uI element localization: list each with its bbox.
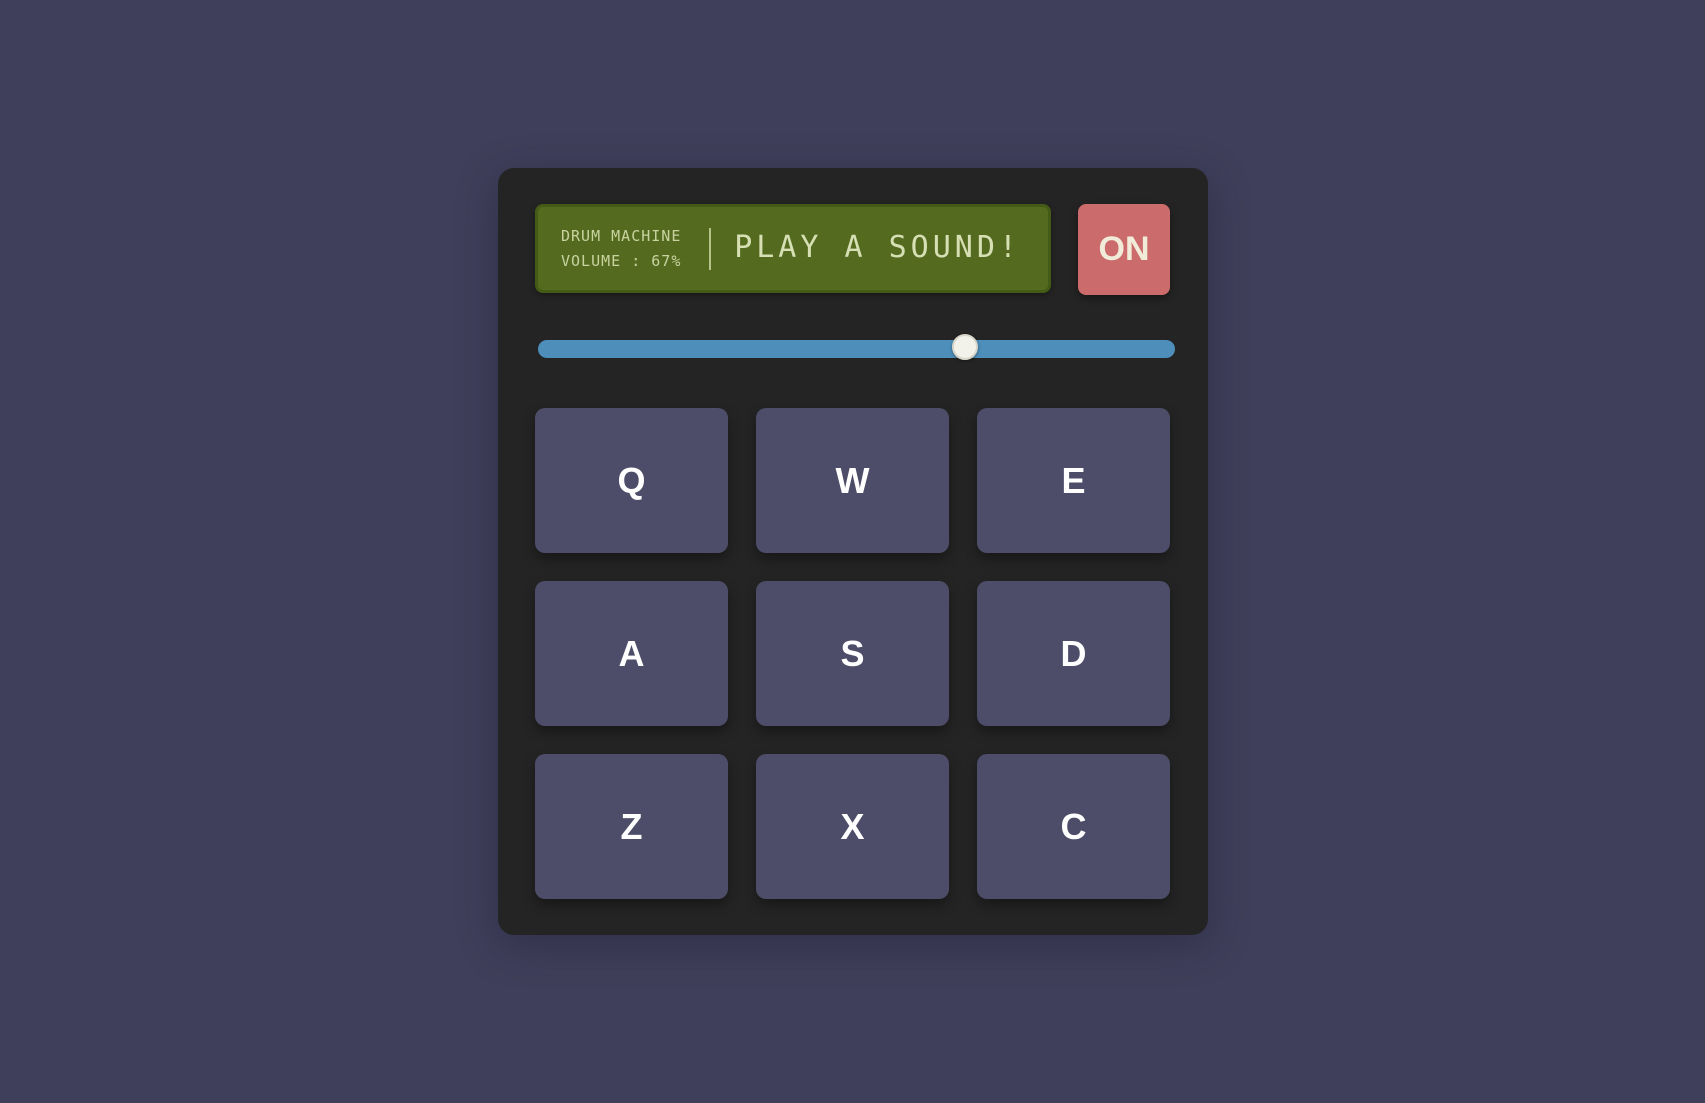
drum-machine: DRUM MACHINE VOLUME : 67% PLAY A SOUND! … bbox=[498, 168, 1208, 935]
display-info: DRUM MACHINE VOLUME : 67% bbox=[561, 224, 681, 274]
display-title: DRUM MACHINE bbox=[561, 227, 682, 245]
display-divider bbox=[709, 228, 711, 270]
drum-pad-a[interactable]: A bbox=[535, 581, 728, 726]
power-button[interactable]: ON bbox=[1078, 204, 1170, 295]
volume-slider[interactable] bbox=[538, 334, 1175, 360]
drum-pad-d[interactable]: D bbox=[977, 581, 1170, 726]
drum-pad-q[interactable]: Q bbox=[535, 408, 728, 553]
drum-pad-z[interactable]: Z bbox=[535, 754, 728, 899]
drum-pads: Q W E A S D Z X C bbox=[535, 408, 1170, 899]
drum-pad-x[interactable]: X bbox=[756, 754, 949, 899]
volume-readout: VOLUME : 67% bbox=[561, 252, 682, 270]
drum-pad-w[interactable]: W bbox=[756, 408, 949, 553]
lcd-display: DRUM MACHINE VOLUME : 67% PLAY A SOUND! bbox=[535, 204, 1051, 293]
drum-pad-c[interactable]: C bbox=[977, 754, 1170, 899]
display-message: PLAY A SOUND! bbox=[734, 230, 1021, 265]
drum-pad-s[interactable]: S bbox=[756, 581, 949, 726]
drum-pad-e[interactable]: E bbox=[977, 408, 1170, 553]
volume-slider-thumb[interactable] bbox=[951, 334, 978, 360]
